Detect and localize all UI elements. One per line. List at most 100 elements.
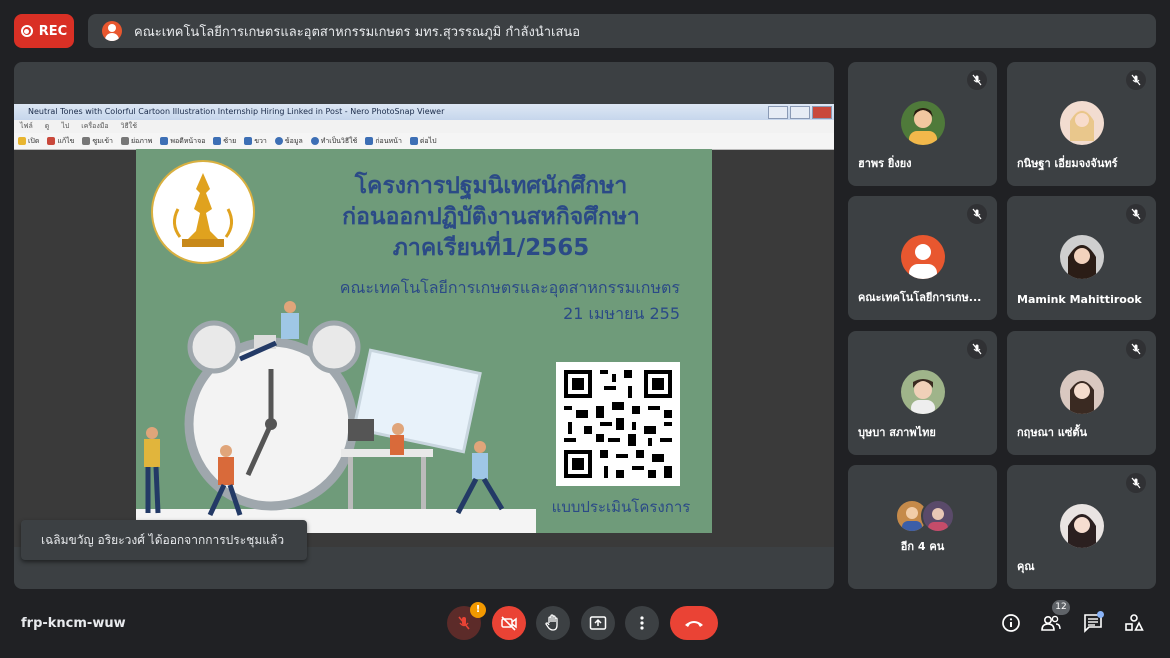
- camera-toggle-button[interactable]: [492, 606, 526, 640]
- participant-left-toast: เฉลิมขวัญ อริยะวงศ์ ได้ออกจากการประชุมแล…: [21, 520, 307, 560]
- mic-off-icon: [967, 70, 987, 90]
- presentation-stage: Neutral Tones with Colorful Cartoon Illu…: [14, 62, 834, 589]
- present-icon: [589, 616, 607, 630]
- participant-tile[interactable]: กนิษฐา เอี่ยมจงจันทร์: [1007, 62, 1156, 186]
- leave-call-button[interactable]: [670, 606, 718, 640]
- toolbar-label: ต่อไป: [419, 136, 437, 145]
- close-icon: [812, 106, 832, 119]
- top-bar: REC คณะเทคโนโลยีการเกษตรและอุตสาหกรรมเกษ…: [14, 14, 1156, 48]
- participant-tile[interactable]: คณะเทคโนโลยีการเกษ...: [848, 196, 997, 320]
- camera-off-icon: [501, 616, 517, 631]
- slide-title-line: ภาคเรียนที่1/2565: [392, 235, 590, 261]
- zoom-out-icon: [120, 136, 129, 145]
- toolbar-label: ซูมเข้า: [92, 136, 113, 145]
- self-tile[interactable]: คุณ: [1007, 465, 1156, 589]
- raise-hand-icon: [545, 614, 558, 631]
- avatar: [1060, 504, 1104, 548]
- meeting-code: frp-kncm-wuw: [21, 616, 126, 631]
- avatar: [921, 499, 955, 533]
- menu-item: วิธีใช้: [120, 122, 137, 130]
- chat-unread-dot: [1097, 611, 1104, 618]
- viewer-titlebar: Neutral Tones with Colorful Cartoon Illu…: [14, 104, 834, 120]
- participant-name: ฮาพร ยิ่งยง: [858, 157, 912, 170]
- people-icon: [1041, 615, 1061, 631]
- participant-tile[interactable]: กฤษณา แซ่ตั้น: [1007, 331, 1156, 455]
- participant-tile[interactable]: Mamink Mahittirook: [1007, 196, 1156, 320]
- slide-title-line: โครงการปฐมนิเทศนักศึกษา: [354, 173, 628, 199]
- present-button[interactable]: [581, 606, 615, 640]
- menu-item: เครื่องมือ: [81, 122, 109, 130]
- slide-title-line: ก่อนออกปฏิบัติงานสหกิจศึกษา: [342, 204, 640, 230]
- toolbar-item: ขวา: [244, 136, 267, 147]
- viewer-menubar: ไฟล์ ดู ไป เครื่องมือ วิธีใช้: [14, 120, 834, 133]
- participant-tile[interactable]: ฮาพร ยิ่งยง: [848, 62, 997, 186]
- toolbar-item: พอดีหน้าจอ: [160, 136, 205, 147]
- qr-caption: แบบประเมินโครงการ: [551, 498, 691, 516]
- rotate-right-icon: [244, 136, 253, 145]
- toolbar-item: ทำเป็นวิธีใช้: [310, 136, 357, 147]
- participant-name: Mamink Mahittirook: [1017, 293, 1142, 306]
- overflow-label: อีก 4 คน: [900, 540, 945, 553]
- edit-icon: [47, 136, 56, 145]
- people-count-badge: 12: [1052, 600, 1070, 615]
- toolbar-item: ย่อภาพ: [120, 136, 153, 147]
- previous-icon: [365, 136, 374, 145]
- viewer-toolbar: เปิด แก้ไข ซูมเข้า ย่อภาพ พอดีหน้าจอ ซ้า…: [14, 133, 834, 150]
- meeting-details-button[interactable]: [998, 610, 1024, 636]
- toast-text: เฉลิมขวัญ อริยะวงศ์ ได้ออกจากการประชุมแล…: [41, 532, 285, 547]
- participant-name: คุณ: [1017, 560, 1035, 573]
- participant-name: กนิษฐา เอี่ยมจงจันทร์: [1017, 157, 1118, 170]
- toolbar-item: ซ้าย: [213, 136, 236, 147]
- mic-off-icon: [967, 204, 987, 224]
- mic-alert-badge: !: [470, 602, 486, 618]
- presenter-text: คณะเทคโนโลยีการเกษตรและอุตสาหกรรมเกษตร ม…: [134, 24, 581, 40]
- minimize-icon: [768, 106, 788, 119]
- presenter-avatar: [102, 21, 122, 41]
- shared-window: Neutral Tones with Colorful Cartoon Illu…: [14, 104, 834, 547]
- slide-title: โครงการปฐมนิเทศนักศึกษา ก่อนออกปฏิบัติงา…: [276, 171, 706, 264]
- activities-button[interactable]: [1121, 610, 1147, 636]
- slide-faculty: คณะเทคโนโลยีการเกษตรและอุตสาหกรรมเกษตร: [339, 278, 680, 297]
- recording-indicator: REC: [14, 14, 74, 48]
- avatar: [901, 235, 945, 279]
- toolbar-label: ย่อภาพ: [130, 136, 153, 145]
- viewer-title: Neutral Tones with Colorful Cartoon Illu…: [28, 107, 445, 116]
- toolbar-label: ข้อมูล: [284, 136, 303, 145]
- mic-off-icon: [1126, 70, 1146, 90]
- more-icon: [640, 616, 644, 630]
- toolbar-item: ซูมเข้า: [82, 136, 113, 147]
- participant-tile[interactable]: บุษบา สภาพไทย: [848, 331, 997, 455]
- menu-item: ดู: [44, 122, 50, 130]
- help-icon: [310, 136, 319, 145]
- mic-off-icon: [1126, 339, 1146, 359]
- participant-tile-overflow[interactable]: อีก 4 คน: [848, 465, 997, 589]
- info-icon: [1002, 614, 1020, 632]
- fit-screen-icon: [160, 136, 169, 145]
- toolbar-label: พอดีหน้าจอ: [170, 136, 206, 145]
- menu-item: ไฟล์: [20, 122, 33, 130]
- avatar: [901, 370, 945, 414]
- rotate-left-icon: [213, 136, 222, 145]
- toolbar-label: ก่อนหน้า: [375, 136, 402, 145]
- toolbar-item: ข้อมูล: [274, 136, 303, 147]
- mic-off-icon: [967, 339, 987, 359]
- rec-label: REC: [38, 23, 68, 39]
- mic-off-icon: [1126, 473, 1146, 493]
- participant-name: คณะเทคโนโลยีการเกษ...: [858, 291, 982, 304]
- control-bar: frp-kncm-wuw ! 12: [0, 600, 1170, 658]
- hangup-icon: [685, 621, 703, 627]
- avatar: [1060, 370, 1104, 414]
- raise-hand-button[interactable]: [536, 606, 570, 640]
- more-options-button[interactable]: [625, 606, 659, 640]
- toolbar-item: ก่อนหน้า: [365, 136, 402, 147]
- toolbar-label: แก้ไข: [57, 136, 75, 145]
- logo-emblem: [173, 173, 233, 247]
- toolbar-item: ต่อไป: [409, 136, 437, 147]
- menu-item: ไป: [61, 122, 70, 130]
- qr-code-graphic: [556, 362, 680, 486]
- toolbar-label: ซ้าย: [223, 136, 237, 145]
- faculty-logo: [151, 160, 255, 264]
- presenter-banner: คณะเทคโนโลยีการเกษตรและอุตสาหกรรมเกษตร ม…: [88, 14, 1156, 48]
- record-icon: [20, 25, 33, 37]
- info-small-icon: [274, 136, 283, 145]
